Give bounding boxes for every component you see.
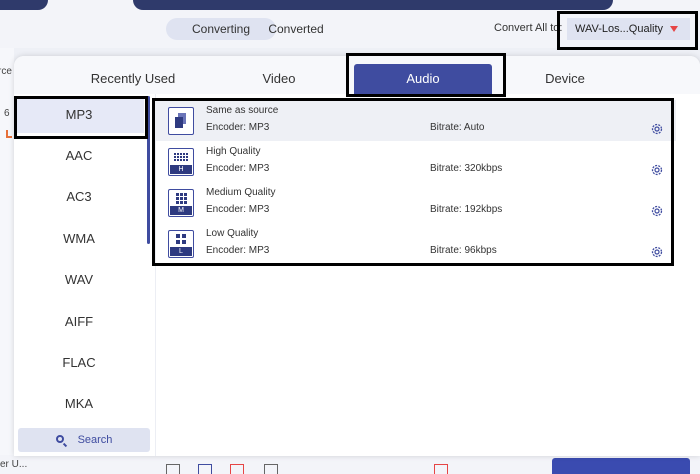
- folder-icon[interactable]: [166, 464, 180, 474]
- search-label: Search: [77, 434, 113, 446]
- save-to-label: er U...: [0, 459, 28, 470]
- search-icon: [55, 435, 64, 443]
- merge-checkbox[interactable]: [434, 464, 448, 474]
- tab-device[interactable]: Device: [500, 64, 630, 94]
- partial-label-2: 6: [4, 108, 10, 119]
- settings-icon[interactable]: [264, 464, 278, 474]
- highlight-box-presets: [152, 98, 674, 266]
- tab-video[interactable]: Video: [214, 64, 344, 94]
- top-nav-bar: [133, 0, 613, 10]
- convert-all-label: Convert All to:: [494, 22, 563, 34]
- search-button[interactable]: Search: [18, 428, 150, 452]
- tab-recently-used[interactable]: Recently Used: [68, 64, 198, 94]
- format-item-mka[interactable]: MKA: [14, 386, 144, 422]
- highlight-box-mp3: [14, 96, 148, 139]
- gpu-icon[interactable]: [230, 464, 244, 474]
- format-item-ac3[interactable]: AC3: [14, 179, 144, 215]
- format-item-aiff[interactable]: AIFF: [14, 304, 144, 340]
- format-item-aac[interactable]: AAC: [14, 138, 144, 174]
- format-item-flac[interactable]: FLAC: [14, 345, 144, 381]
- tab-converted[interactable]: Converted: [258, 18, 334, 40]
- cut-icon: [6, 130, 12, 138]
- partial-label: rce: [0, 66, 12, 77]
- convert-all-button[interactable]: [552, 458, 690, 474]
- format-item-wav[interactable]: WAV: [14, 262, 144, 298]
- format-item-wma[interactable]: WMA: [14, 221, 144, 257]
- hardware-accel-icon[interactable]: [198, 464, 212, 474]
- highlight-box-audio-tab: [346, 53, 506, 97]
- format-sidebar: MP3 AAC AC3 WMA WAV AIFF FLAC MKA Search: [14, 94, 156, 456]
- highlight-box-convert-all: [557, 11, 698, 50]
- top-tab-fragment: [0, 0, 48, 10]
